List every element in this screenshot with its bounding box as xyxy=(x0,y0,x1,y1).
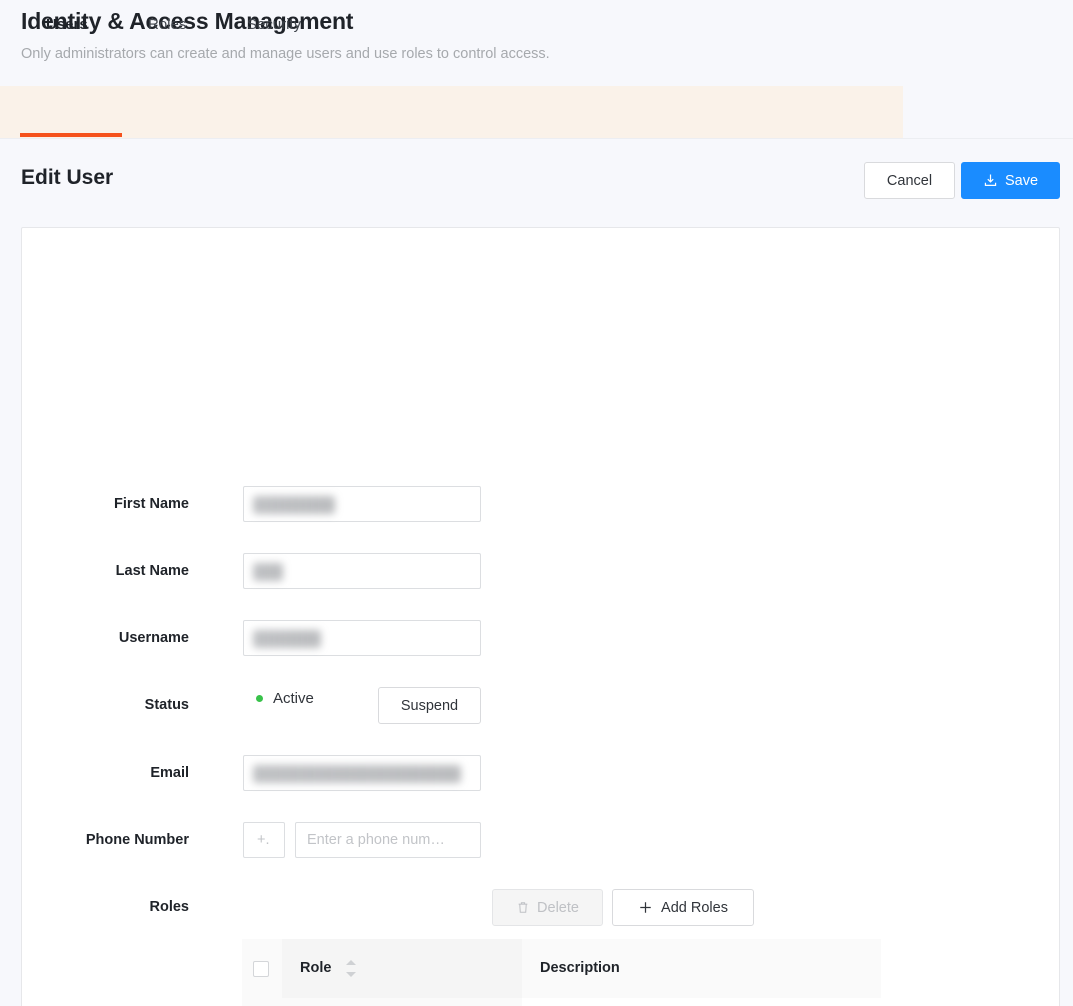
tab-bar xyxy=(0,86,903,139)
status-value: Active xyxy=(273,690,314,707)
phone-number-input[interactable]: Enter a phone num… xyxy=(295,822,481,858)
phone-placeholder: Enter a phone num… xyxy=(307,832,445,848)
suspend-button-label: Suspend xyxy=(400,697,459,714)
first-name-label: First Name xyxy=(114,496,189,512)
edit-user-card: First Name Last Name Username Status Act… xyxy=(21,227,1060,1006)
username-input[interactable] xyxy=(243,620,481,656)
phone-country-prefix[interactable]: +. xyxy=(243,822,285,858)
section-title: Edit User xyxy=(21,166,114,189)
cancel-button[interactable]: Cancel xyxy=(864,162,955,199)
email-label: Email xyxy=(150,765,189,781)
column-header-role: Role xyxy=(300,960,332,976)
status-dot-icon xyxy=(256,695,263,702)
username-label: Username xyxy=(118,630,189,646)
page-subtitle: Only administrators can create and manag… xyxy=(21,46,550,62)
active-tab-indicator xyxy=(20,133,122,137)
username-redacted-value xyxy=(253,630,321,648)
tab-users[interactable]: Users xyxy=(46,16,88,33)
tab-roles[interactable]: Roles xyxy=(148,16,186,33)
sort-arrows-icon[interactable] xyxy=(346,960,356,977)
last-name-label: Last Name xyxy=(115,563,189,579)
plus-icon xyxy=(638,900,653,915)
table-row[interactable]: Operator xyxy=(242,998,881,1006)
email-input[interactable] xyxy=(243,755,481,791)
save-icon xyxy=(983,173,998,188)
phone-prefix-text: +. xyxy=(257,832,270,848)
first-name-input[interactable] xyxy=(243,486,481,522)
trash-icon xyxy=(516,900,530,915)
header-checkbox-cell xyxy=(242,939,282,998)
tab-security[interactable]: Security xyxy=(247,16,301,33)
roles-table-header: Role Description xyxy=(242,939,881,998)
save-button[interactable]: Save xyxy=(961,162,1060,199)
add-roles-label: Add Roles xyxy=(661,899,728,916)
status-label: Status xyxy=(144,697,189,713)
tab-bar-divider xyxy=(0,138,1073,139)
suspend-button[interactable]: Suspend xyxy=(378,687,481,724)
delete-roles-button[interactable]: Delete xyxy=(492,889,603,926)
save-button-label: Save xyxy=(1004,172,1039,189)
last-name-input[interactable] xyxy=(243,553,481,589)
first-name-redacted-value xyxy=(253,496,335,514)
email-redacted-value xyxy=(253,765,461,783)
row-description-cell xyxy=(522,998,881,1006)
phone-number-label: Phone Number xyxy=(85,832,189,848)
row-role-cell xyxy=(282,998,522,1006)
page-root: Identity & Access Management Only admini… xyxy=(0,0,1073,1006)
column-header-description: Description xyxy=(540,960,620,976)
roles-table: Role Description Operator xyxy=(242,939,881,1006)
select-all-checkbox[interactable] xyxy=(253,961,269,977)
row-checkbox-cell xyxy=(242,998,282,1006)
roles-label: Roles xyxy=(149,899,190,915)
add-roles-button[interactable]: Add Roles xyxy=(612,889,754,926)
cancel-button-label: Cancel xyxy=(886,172,933,189)
last-name-redacted-value xyxy=(253,563,283,581)
delete-roles-label: Delete xyxy=(537,899,579,916)
